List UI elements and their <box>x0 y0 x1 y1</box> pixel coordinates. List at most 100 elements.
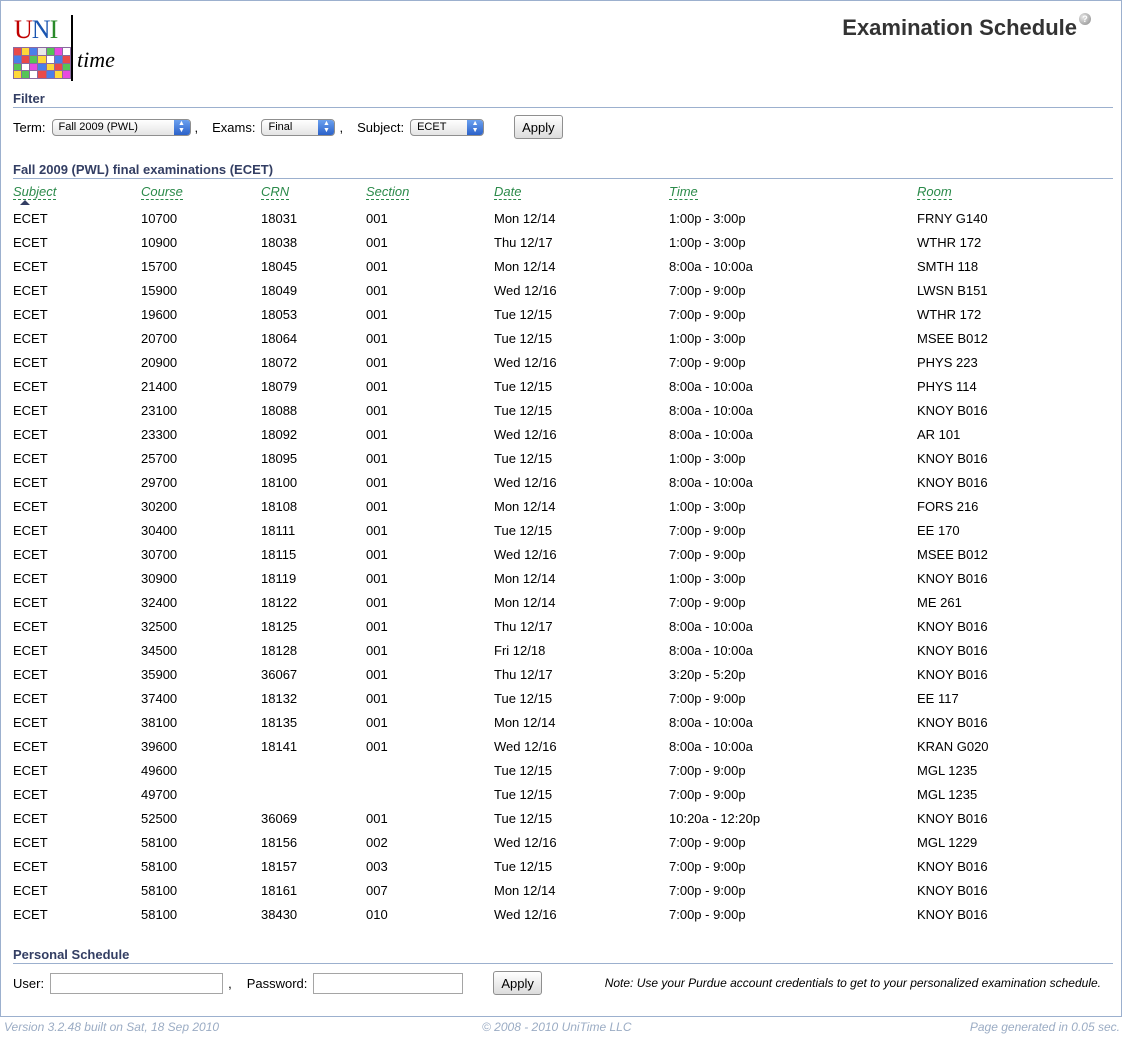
cell-section: 001 <box>366 738 388 754</box>
column-header-subject[interactable]: Subject <box>13 184 141 206</box>
table-row[interactable]: ECET 58100 38430 010 Wed 12/16 7:00p - 9:00p K… <box>13 902 1113 926</box>
table-row[interactable]: ECET 30400 18111 001 Tue 12/15 7:00p - 9:00p E… <box>13 518 1113 542</box>
cell-crn: 18135 <box>261 714 298 730</box>
question-icon[interactable]: ? <box>1079 13 1091 25</box>
cell-date: Tue 12/15 <box>494 858 553 874</box>
logo-time-text: time <box>77 47 115 72</box>
cell-crn: 18072 <box>261 354 298 370</box>
cell-room: FORS 216 <box>917 498 979 514</box>
table-row[interactable]: ECET 10700 18031 001 Mon 12/14 1:00p - 3:00p F… <box>13 206 1113 230</box>
credentials-note: Note: Use your Purdue account credential… <box>604 976 1101 990</box>
cell-time: 8:00a - 10:00a <box>669 618 753 634</box>
cell-course: 58100 <box>141 906 178 922</box>
cell-course: 20900 <box>141 354 178 370</box>
cell-subject: ECET <box>13 810 48 826</box>
cell-section: 001 <box>366 378 388 394</box>
cell-room: KNOY B016 <box>917 714 988 730</box>
term-select[interactable]: Fall 2009 (PWL) ▲ ▼ <box>51 118 191 136</box>
cell-section: 001 <box>366 306 388 322</box>
table-row[interactable]: ECET 15900 18049 001 Wed 12/16 7:00p - 9:00p L… <box>13 278 1113 302</box>
table-row[interactable]: ECET 21400 18079 001 Tue 12/15 8:00a - 10:00a… <box>13 374 1113 398</box>
column-header-course[interactable]: Course <box>141 184 261 206</box>
cell-section: 001 <box>366 690 388 706</box>
cell-section <box>366 758 494 782</box>
table-row[interactable]: ECET 20700 18064 001 Tue 12/15 1:00p - 3:00p M… <box>13 326 1113 350</box>
column-header-room[interactable]: Room <box>917 184 1113 206</box>
cell-course: 30900 <box>141 570 178 586</box>
user-input[interactable] <box>50 972 224 994</box>
table-row[interactable]: ECET 25700 18095 001 Tue 12/15 1:00p - 3:00p K… <box>13 446 1113 470</box>
table-row[interactable]: ECET 30200 18108 001 Mon 12/14 1:00p - 3:00p F… <box>13 494 1113 518</box>
table-row[interactable]: ECET 29700 18100 001 Wed 12/16 8:00a - 10:00a… <box>13 470 1113 494</box>
cell-date: Thu 12/17 <box>494 234 553 250</box>
cell-crn: 18095 <box>261 450 298 466</box>
cell-subject: ECET <box>13 762 48 778</box>
cell-time: 7:00p - 9:00p <box>669 762 746 778</box>
cell-room: MGL 1235 <box>917 762 978 778</box>
column-header-date[interactable]: Date <box>494 184 669 206</box>
table-row[interactable]: ECET 23100 18088 001 Tue 12/15 8:00a - 10:00a… <box>13 398 1113 422</box>
table-row[interactable]: ECET 39600 18141 001 Wed 12/16 8:00a - 10:00a… <box>13 734 1113 758</box>
cell-course: 23100 <box>141 402 178 418</box>
cell-date: Wed 12/16 <box>494 354 557 370</box>
cell-course: 29700 <box>141 474 178 490</box>
cell-date: Mon 12/14 <box>494 882 556 898</box>
table-row[interactable]: ECET 49600 Tue 12/15 7:00p - 9:00p MGL 1235 <box>13 758 1113 782</box>
table-row[interactable]: ECET 49700 Tue 12/15 7:00p - 9:00p MGL 1235 <box>13 782 1113 806</box>
table-row[interactable]: ECET 30700 18115 001 Wed 12/16 7:00p - 9:00p M… <box>13 542 1113 566</box>
table-row[interactable]: ECET 34500 18128 001 Fri 12/18 8:00a - 10:00a… <box>13 638 1113 662</box>
cell-date: Tue 12/15 <box>494 450 553 466</box>
table-row[interactable]: ECET 37400 18132 001 Tue 12/15 7:00p - 9:00p E… <box>13 686 1113 710</box>
table-row[interactable]: ECET 20900 18072 001 Wed 12/16 7:00p - 9:00p P… <box>13 350 1113 374</box>
cell-time: 7:00p - 9:00p <box>669 882 746 898</box>
cell-room: MSEE B012 <box>917 546 988 562</box>
table-row[interactable]: ECET 32400 18122 001 Mon 12/14 7:00p - 9:00p M… <box>13 590 1113 614</box>
column-header-crn[interactable]: CRN <box>261 184 366 206</box>
table-row[interactable]: ECET 10900 18038 001 Thu 12/17 1:00p - 3:00p W… <box>13 230 1113 254</box>
personal-apply-button[interactable]: Apply <box>493 971 542 995</box>
table-row[interactable]: ECET 35900 36067 001 Thu 12/17 3:20p - 5:20p K… <box>13 662 1113 686</box>
subject-label: Subject: <box>357 119 405 135</box>
cell-time: 8:00a - 10:00a <box>669 426 753 442</box>
table-row[interactable]: ECET 15700 18045 001 Mon 12/14 8:00a - 10:00a… <box>13 254 1113 278</box>
cell-course: 20700 <box>141 330 178 346</box>
cell-course: 10700 <box>141 210 178 226</box>
cell-room: KNOY B016 <box>917 642 988 658</box>
cell-section <box>366 782 494 806</box>
cell-time: 1:00p - 3:00p <box>669 570 746 586</box>
filter-apply-button[interactable]: Apply <box>514 115 563 139</box>
column-header-label: Date <box>494 184 522 200</box>
table-row[interactable]: ECET 58100 18161 007 Mon 12/14 7:00p - 9:00p K… <box>13 878 1113 902</box>
table-row[interactable]: ECET 38100 18135 001 Mon 12/14 8:00a - 10:00a… <box>13 710 1113 734</box>
table-row[interactable]: ECET 32500 18125 001 Thu 12/17 8:00a - 10:00a… <box>13 614 1113 638</box>
table-row[interactable]: ECET 23300 18092 001 Wed 12/16 8:00a - 10:00a… <box>13 422 1113 446</box>
table-row[interactable]: ECET 19600 18053 001 Tue 12/15 7:00p - 9:00p W… <box>13 302 1113 326</box>
password-input[interactable] <box>313 972 464 994</box>
table-row[interactable]: ECET 58100 18157 003 Tue 12/15 7:00p - 9:00p K… <box>13 854 1113 878</box>
cell-section: 001 <box>366 618 388 634</box>
column-header-time[interactable]: Time <box>669 184 917 206</box>
cell-crn: 18115 <box>261 546 297 562</box>
cell-room: MGL 1235 <box>917 786 978 802</box>
exams-select[interactable]: Final ▲ ▼ <box>261 118 336 136</box>
cell-room: KNOY B016 <box>917 618 988 634</box>
unitime-logo[interactable]: UNI time <box>13 15 123 81</box>
cell-section: 001 <box>366 666 388 682</box>
cell-time: 8:00a - 10:00a <box>669 714 753 730</box>
cell-crn: 18128 <box>261 642 298 658</box>
table-row[interactable]: ECET 58100 18156 002 Wed 12/16 7:00p - 9:00p M… <box>13 830 1113 854</box>
subject-select[interactable]: ECET ▲ ▼ <box>410 118 485 136</box>
cell-date: Wed 12/16 <box>494 474 557 490</box>
column-header-section[interactable]: Section <box>366 184 494 206</box>
cell-section: 001 <box>366 570 388 586</box>
cell-date: Tue 12/15 <box>494 762 553 778</box>
filter-header: Filter <box>13 91 1113 108</box>
select-arrows-icon: ▲ ▼ <box>173 119 190 135</box>
table-row[interactable]: ECET 52500 36069 001 Tue 12/15 10:20a - 12:20… <box>13 806 1113 830</box>
cell-crn: 18125 <box>261 618 298 634</box>
table-row[interactable]: ECET 30900 18119 001 Mon 12/14 1:00p - 3:00p K… <box>13 566 1113 590</box>
cell-time: 8:00a - 10:00a <box>669 474 753 490</box>
cell-crn: 18038 <box>261 234 298 250</box>
cell-course: 52500 <box>141 810 178 826</box>
cell-section: 001 <box>366 234 388 250</box>
